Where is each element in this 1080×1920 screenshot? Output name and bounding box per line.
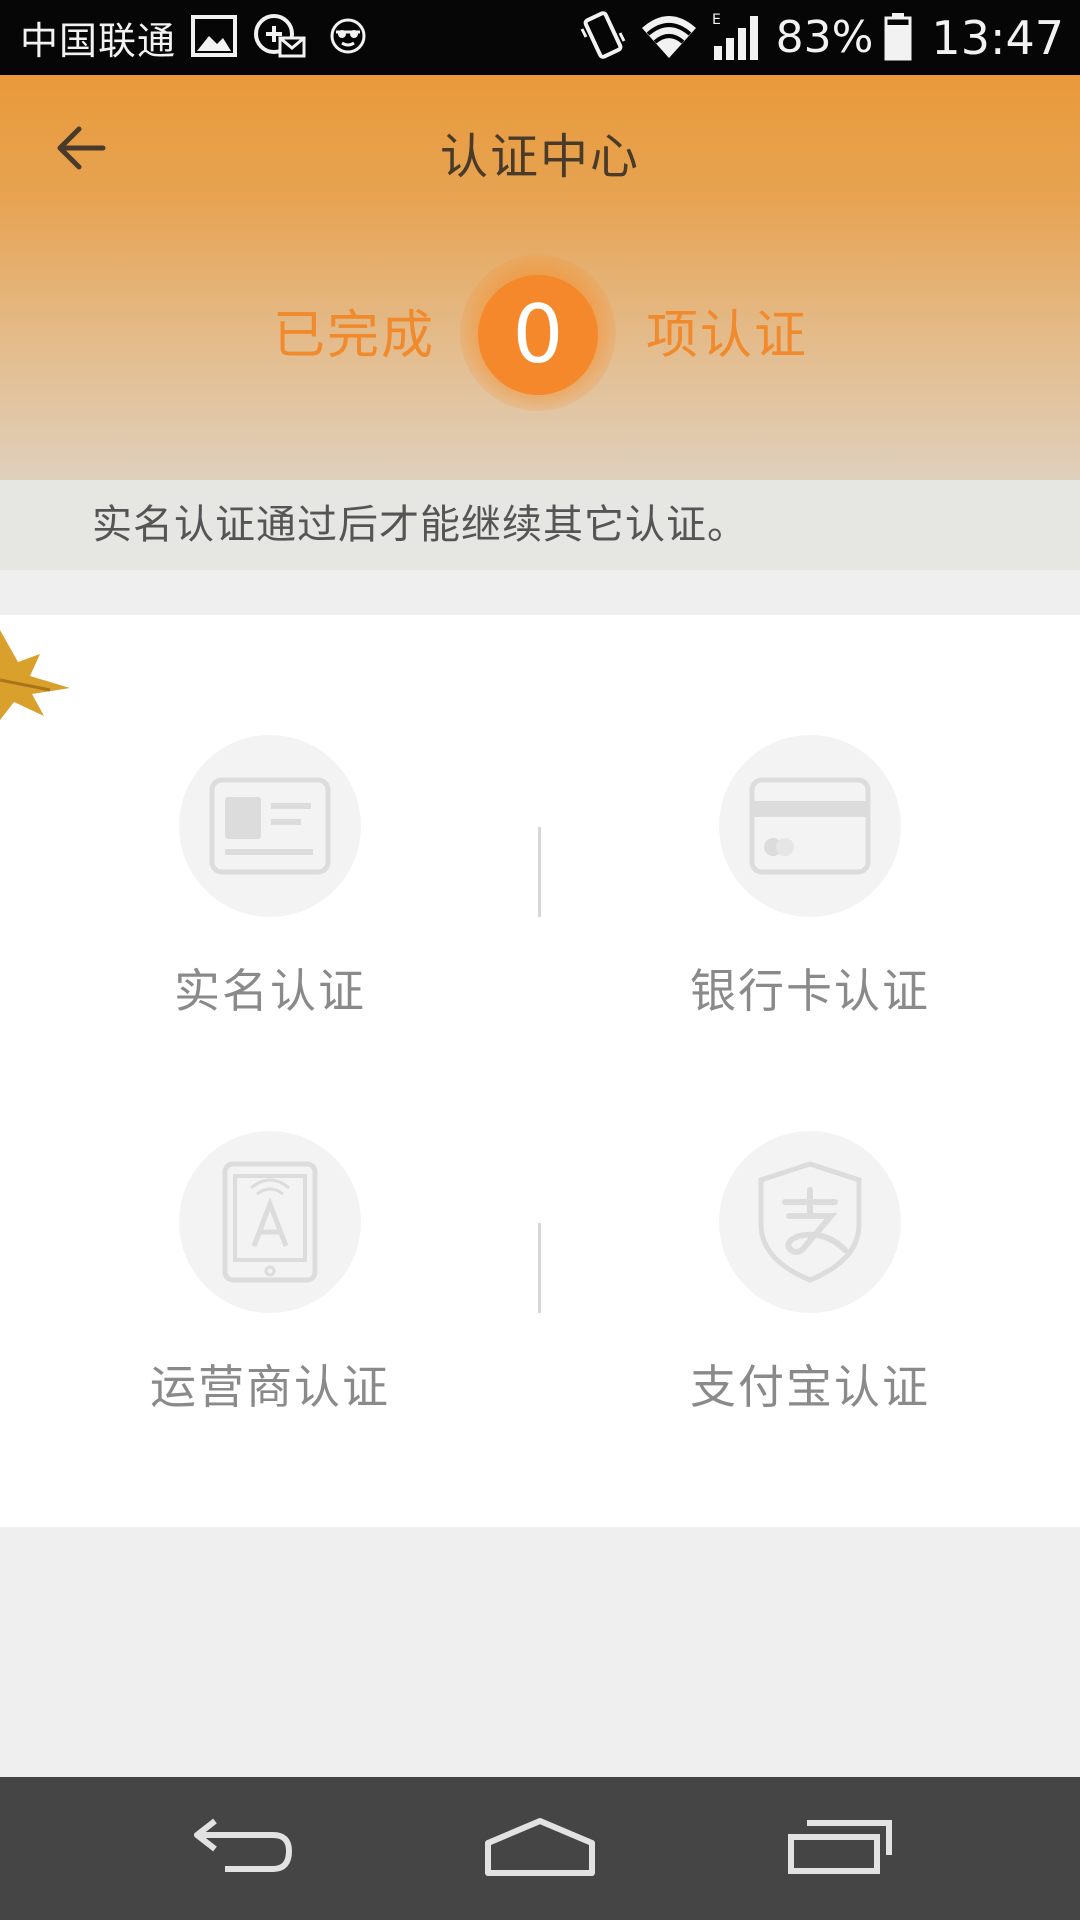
nav-back-button[interactable] [170, 1797, 310, 1897]
progress-prefix: 已完成 [273, 306, 436, 366]
battery-percent: 83% [775, 12, 874, 63]
system-nav-bar [0, 1777, 1080, 1920]
svg-text:E: E [712, 12, 721, 28]
status-bar: 中国联通 E 83% 13:47 [0, 0, 1080, 75]
bank-card-icon [719, 735, 901, 917]
progress-suffix: 项认证 [646, 306, 809, 366]
verification-grid: 实名认证 银行卡认证 运营商认证 支付宝认证 [0, 615, 1080, 1527]
tile-bank-card[interactable]: 银行卡认证 [540, 615, 1080, 1018]
alipay-shield-icon [719, 1131, 901, 1313]
battery-icon [883, 11, 913, 65]
leaf-decoration [0, 620, 80, 730]
face-icon [328, 16, 368, 60]
signal-icon: E [710, 10, 766, 66]
id-card-icon [179, 735, 361, 917]
carrier-phone-icon [179, 1131, 361, 1313]
mail-icon [252, 12, 306, 64]
wifi-icon [638, 10, 700, 66]
notice-text: 实名认证通过后才能继续其它认证。 [0, 480, 1080, 570]
completion-summary: 已完成 0 项认证 [0, 255, 1080, 411]
tile-real-name[interactable]: 实名认证 [0, 615, 540, 1018]
vibrate-icon [578, 9, 628, 67]
gallery-icon [190, 12, 238, 64]
header: 认证中心 已完成 0 项认证 [0, 75, 1080, 480]
back-icon [194, 1818, 292, 1872]
nav-recents-button[interactable] [770, 1797, 910, 1897]
nav-home-button[interactable] [470, 1797, 610, 1897]
tile-label: 支付宝认证 [690, 1360, 930, 1414]
tile-carrier[interactable]: 运营商认证 [0, 1011, 540, 1414]
home-icon [485, 1818, 595, 1876]
tile-alipay[interactable]: 支付宝认证 [540, 1011, 1080, 1414]
page-title: 认证中心 [439, 129, 640, 185]
page: 中国联通 E 83% 13:47 认证中心 已完成 0 项认证 实名认证通过后才… [0, 0, 1080, 1920]
recents-icon [788, 1820, 892, 1874]
tile-label: 运营商认证 [150, 1360, 390, 1414]
carrier-name: 中国联通 [20, 19, 177, 63]
clock: 13:47 [931, 10, 1064, 65]
completed-count: 0 [478, 275, 598, 395]
